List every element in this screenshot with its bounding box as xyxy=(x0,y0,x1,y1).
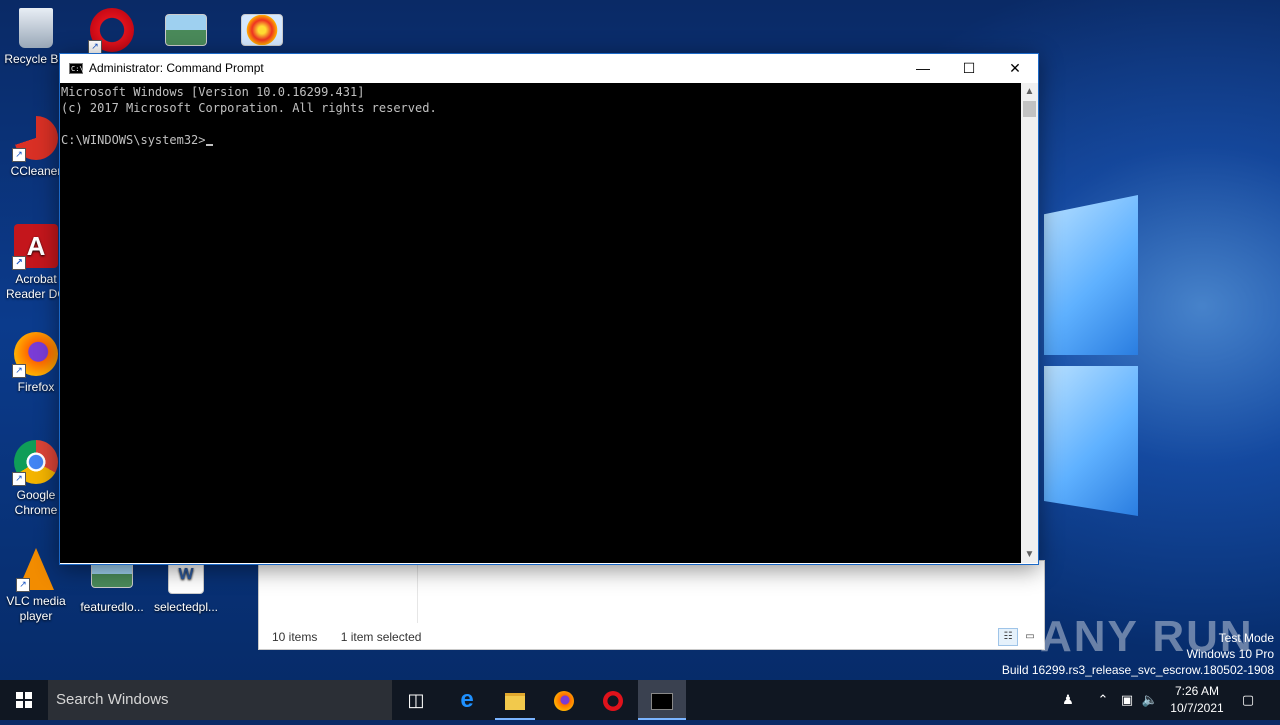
shortcut-arrow-icon: ↗ xyxy=(12,364,26,378)
desktop-icon-image[interactable] xyxy=(150,14,222,50)
wallpaper-logo-pane xyxy=(1044,366,1138,516)
shortcut-arrow-icon: ↗ xyxy=(12,256,26,270)
test-mode-watermark: Test Mode Windows 10 Pro Build 16299.rs3… xyxy=(1002,630,1274,678)
search-box[interactable]: Search Windows xyxy=(48,680,392,720)
title-bar[interactable]: C:\ Administrator: Command Prompt — ☐ ✕ xyxy=(60,54,1038,83)
desktop-icon-label: selectedpl... xyxy=(153,600,219,614)
desktop-icon-featured[interactable]: featuredlo... xyxy=(76,560,148,615)
volume-icon[interactable]: 🔈 xyxy=(1140,680,1160,720)
file-explorer-window[interactable]: 10 items 1 item selected ☷ ▭ xyxy=(258,560,1045,650)
picture-file-icon xyxy=(241,14,283,46)
maximize-button[interactable]: ☐ xyxy=(946,54,992,83)
clock-time: 7:26 AM xyxy=(1174,684,1220,698)
edge-icon[interactable]: e xyxy=(443,680,491,720)
firefox-icon: ↗ xyxy=(12,332,58,378)
notifications-icon[interactable]: ▢ xyxy=(1236,680,1260,720)
command-prompt-taskbar-icon[interactable] xyxy=(638,680,686,720)
pane-divider xyxy=(417,561,418,623)
firefox-taskbar-icon[interactable] xyxy=(540,680,588,720)
file-explorer-icon[interactable] xyxy=(491,680,539,720)
text-cursor xyxy=(205,144,213,146)
desktop-icon-opera[interactable]: ↗ xyxy=(76,8,148,56)
command-prompt-window[interactable]: C:\ Administrator: Command Prompt — ☐ ✕ … xyxy=(59,53,1039,565)
clock[interactable]: 7:26 AM 10/7/2021 xyxy=(1162,683,1232,717)
taskbar: Search Windows ◫ e ♟ ⌃ ▣ 🔈 7:26 AM 10/7/… xyxy=(0,680,1280,720)
clock-date: 10/7/2021 xyxy=(1170,701,1224,715)
shortcut-arrow-icon: ↗ xyxy=(12,472,26,486)
shortcut-arrow-icon: ↗ xyxy=(16,578,30,592)
cmd-icon: C:\ xyxy=(69,63,84,74)
scroll-down-icon[interactable]: ▼ xyxy=(1021,546,1038,563)
build-text: Build 16299.rs3_release_svc_escrow.18050… xyxy=(1001,663,1274,677)
shortcut-arrow-icon: ↗ xyxy=(88,40,102,54)
vlc-icon: ↗ xyxy=(16,548,54,592)
windows-logo-icon xyxy=(16,692,32,708)
window-title: Administrator: Command Prompt xyxy=(89,61,264,75)
explorer-status-bar: 10 items 1 item selected xyxy=(272,630,441,644)
minimize-button[interactable]: — xyxy=(900,54,946,83)
close-button[interactable]: ✕ xyxy=(992,54,1038,83)
acrobat-reader-icon: A ↗ xyxy=(12,224,58,270)
scroll-up-icon[interactable]: ▲ xyxy=(1021,83,1038,100)
start-button[interactable] xyxy=(0,680,48,720)
console-line: Microsoft Windows [Version 10.0.16299.43… xyxy=(61,85,365,99)
desktop-icon-picture[interactable] xyxy=(226,14,298,50)
task-view-icon[interactable]: ◫ xyxy=(392,680,440,720)
shortcut-arrow-icon: ↗ xyxy=(12,148,26,162)
desktop-icon-label: VLC media player xyxy=(6,594,66,623)
desktop-icon-selected[interactable]: W selectedpl... xyxy=(150,560,222,615)
word-document-icon: W xyxy=(168,560,204,594)
opera-icon: ↗ xyxy=(88,8,134,54)
chrome-icon: ↗ xyxy=(12,440,58,486)
console-line: (c) 2017 Microsoft Corporation. All righ… xyxy=(61,101,437,115)
opera-taskbar-icon[interactable] xyxy=(589,680,637,720)
show-hidden-icons-chevron-icon[interactable]: ⌃ xyxy=(1093,680,1113,720)
item-count: 10 items xyxy=(272,630,318,644)
image-file-icon xyxy=(165,14,207,46)
console-prompt: C:\WINDOWS\system32> xyxy=(61,133,206,147)
test-mode-text: Test Mode xyxy=(1218,631,1274,645)
vertical-scrollbar[interactable]: ▲ ▼ xyxy=(1021,83,1038,563)
edition-text: Windows 10 Pro xyxy=(1186,647,1274,661)
recycle-bin-icon xyxy=(19,8,53,48)
desktop-icon-label: featuredlo... xyxy=(80,600,144,614)
scroll-thumb[interactable] xyxy=(1023,101,1036,117)
people-icon[interactable]: ♟ xyxy=(1056,680,1080,720)
console-output[interactable]: Microsoft Windows [Version 10.0.16299.43… xyxy=(60,83,1021,563)
selection-count: 1 item selected xyxy=(340,630,422,644)
network-icon[interactable]: ▣ xyxy=(1117,680,1137,720)
ccleaner-icon: ↗ xyxy=(12,116,58,162)
wallpaper-logo-pane xyxy=(1044,195,1138,355)
